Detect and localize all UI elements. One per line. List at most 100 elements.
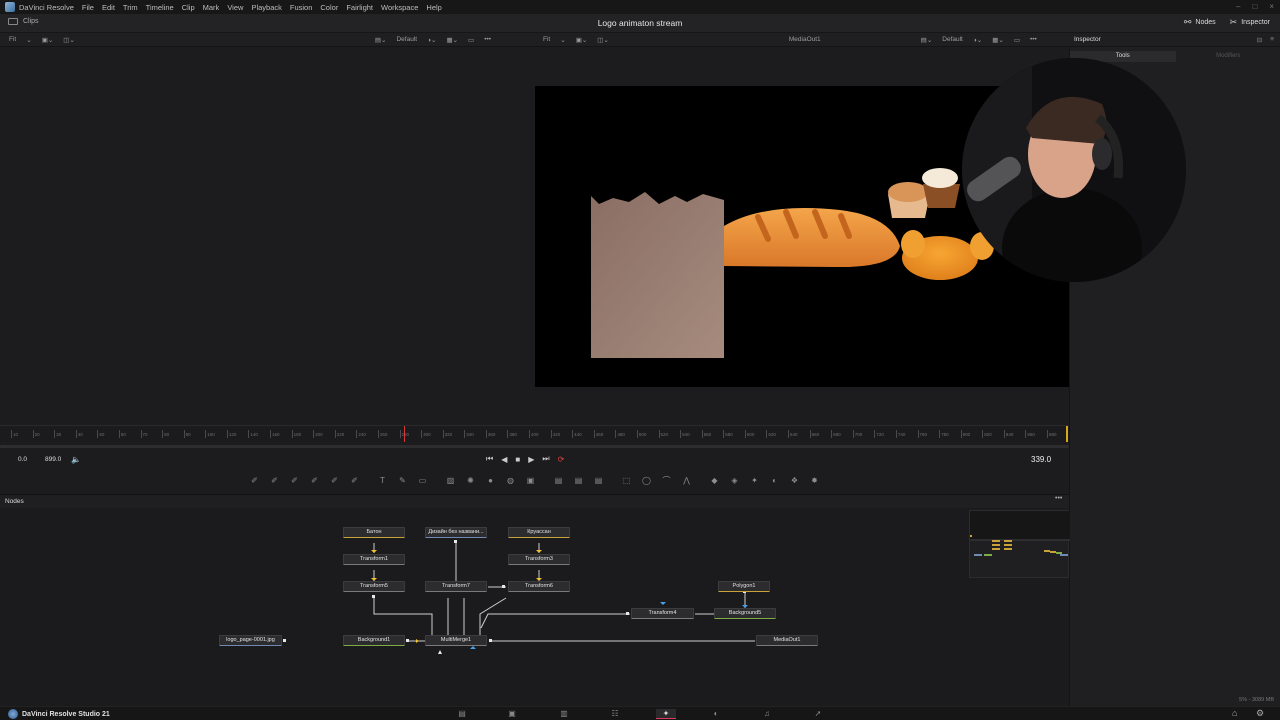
- menu-trim[interactable]: Trim: [123, 3, 138, 12]
- media-page-icon[interactable]: ▤: [452, 709, 472, 719]
- right-viewer-layout-icon[interactable]: ◫⌄: [597, 36, 609, 44]
- fusion-page-icon[interactable]: ✦: [656, 709, 676, 719]
- right-fit-dropdown[interactable]: Fit: [543, 36, 550, 43]
- minimize-icon[interactable]: –: [1236, 2, 1240, 11]
- menu-fusion[interactable]: Fusion: [290, 3, 313, 12]
- node-polygon1[interactable]: Polygon1: [718, 581, 770, 592]
- left-lut-dropdown[interactable]: Default: [396, 36, 417, 43]
- node-multimerge1[interactable]: MultiMerge1: [425, 635, 487, 646]
- stop-icon[interactable]: ■: [515, 455, 520, 464]
- maximize-icon[interactable]: □: [1252, 2, 1257, 11]
- menu-clip[interactable]: Clip: [182, 3, 195, 12]
- menu-color[interactable]: Color: [320, 3, 338, 12]
- inspector-expand-icon[interactable]: ⊟: [1257, 36, 1262, 44]
- go-to-end-icon[interactable]: ⏭: [542, 454, 549, 464]
- node-transform6[interactable]: Transform6: [508, 581, 570, 592]
- node-mediaout1[interactable]: MediaOut1: [756, 635, 818, 646]
- inspector-options-icon[interactable]: ≡: [1270, 36, 1274, 43]
- paint-brush-6-icon[interactable]: ✐: [345, 474, 365, 488]
- menu-timeline[interactable]: Timeline: [146, 3, 174, 12]
- global-start-field[interactable]: 0.0: [18, 456, 27, 463]
- right-roi-icon[interactable]: ▤⌄: [921, 36, 933, 44]
- particle-tool-icon[interactable]: ✺: [461, 474, 481, 488]
- menu-view[interactable]: View: [227, 3, 243, 12]
- volume-icon[interactable]: 🔈: [71, 455, 81, 464]
- right-lut-dropdown[interactable]: Default: [942, 36, 963, 43]
- stroke-tool-icon[interactable]: ▭: [413, 474, 433, 488]
- text-tool-icon[interactable]: T: [373, 474, 393, 488]
- renderer-tool-icon[interactable]: ◐: [765, 474, 785, 488]
- play-reverse-icon[interactable]: ◀: [501, 455, 507, 464]
- loop-icon[interactable]: ⟳: [558, 455, 565, 464]
- paint-brush-4-icon[interactable]: ✐: [305, 474, 325, 488]
- node-transform7[interactable]: Transform7: [425, 581, 487, 592]
- inspector-toggle-button[interactable]: ✂ Inspector: [1230, 17, 1270, 28]
- tab-modifiers[interactable]: Modifiers: [1176, 51, 1280, 62]
- paint-brush-1-icon[interactable]: ✐: [245, 474, 265, 488]
- shape3d-tool-icon[interactable]: ◆: [705, 474, 725, 488]
- merge-tool-icon[interactable]: ▣: [521, 474, 541, 488]
- ellipse-mask-icon[interactable]: ◯: [637, 474, 657, 488]
- node-baton[interactable]: Батон: [343, 527, 405, 538]
- nodes-more-icon[interactable]: •••: [1055, 495, 1062, 502]
- right-lut-icon[interactable]: ◑⌄: [973, 36, 982, 44]
- nodes-toggle-button[interactable]: ⚯ Nodes: [1184, 17, 1216, 28]
- edit-page-icon[interactable]: ▥: [554, 709, 574, 719]
- node-kruassan[interactable]: Круассан: [508, 527, 570, 538]
- menu-playback[interactable]: Playback: [251, 3, 281, 12]
- channel-tool-2-icon[interactable]: ▤: [569, 474, 589, 488]
- color-page-icon[interactable]: ◐: [706, 709, 726, 719]
- right-more-icon[interactable]: •••: [1030, 36, 1037, 43]
- menu-help[interactable]: Help: [426, 3, 441, 12]
- node-navigator[interactable]: [969, 510, 1070, 578]
- global-end-field[interactable]: 899.0: [45, 456, 61, 463]
- menu-mark[interactable]: Mark: [203, 3, 220, 12]
- image-tool-icon[interactable]: ▨: [441, 474, 461, 488]
- bspline-mask-icon[interactable]: ⋀: [677, 474, 697, 488]
- pen-tool-icon[interactable]: ✎: [393, 474, 413, 488]
- left-more-icon[interactable]: •••: [484, 36, 491, 43]
- menu-workspace[interactable]: Workspace: [381, 3, 418, 12]
- menu-fairlight[interactable]: Fairlight: [346, 3, 373, 12]
- render-range-end-marker[interactable]: [1066, 426, 1068, 442]
- left-viewer-options-icon[interactable]: ▣⌄: [42, 36, 54, 44]
- paint-brush-5-icon[interactable]: ✐: [325, 474, 345, 488]
- edit-timeline-page-icon[interactable]: ☷: [605, 709, 625, 719]
- menu-edit[interactable]: Edit: [102, 3, 115, 12]
- fairlight-page-icon[interactable]: ♫: [757, 709, 777, 719]
- left-frame-icon[interactable]: ▭: [468, 36, 474, 44]
- blur-tool-icon[interactable]: ◍: [501, 474, 521, 488]
- play-forward-icon[interactable]: ▶: [528, 455, 534, 464]
- cut-page-icon[interactable]: ▣: [502, 709, 522, 719]
- menu-davinci-resolve[interactable]: DaVinci Resolve: [19, 3, 74, 12]
- polygon-mask-icon[interactable]: ⌒: [657, 474, 677, 488]
- replicate-tool-icon[interactable]: ✸: [805, 474, 825, 488]
- left-fit-chevron-icon[interactable]: ⌄: [26, 36, 31, 44]
- node-editor[interactable]: Батон Дизайн без названи... Круассан Tra…: [0, 508, 1069, 706]
- node-transform4[interactable]: Transform4: [631, 608, 694, 619]
- left-fit-dropdown[interactable]: Fit: [9, 36, 16, 43]
- node-background5[interactable]: Background5: [714, 608, 776, 619]
- current-frame-field[interactable]: 339.0: [1031, 455, 1051, 464]
- left-viewer-layout-icon[interactable]: ◫⌄: [63, 36, 75, 44]
- merge3d-tool-icon[interactable]: ❖: [785, 474, 805, 488]
- node-transform1[interactable]: Transform1: [343, 554, 405, 565]
- left-viewer[interactable]: [0, 47, 535, 425]
- time-scrollbar[interactable]: [0, 445, 1069, 448]
- gear-icon[interactable]: ⚙: [1256, 708, 1264, 719]
- camera-tool-icon[interactable]: ◈: [725, 474, 745, 488]
- node-transform5[interactable]: Transform5: [343, 581, 405, 592]
- close-icon[interactable]: ×: [1269, 2, 1274, 11]
- rectangle-mask-icon[interactable]: ⬚: [617, 474, 637, 488]
- go-to-start-icon[interactable]: ⏮: [486, 454, 493, 464]
- menu-file[interactable]: File: [82, 3, 94, 12]
- left-roi-icon[interactable]: ▤⌄: [375, 36, 387, 44]
- light-tool-icon[interactable]: ✦: [745, 474, 765, 488]
- node-background1[interactable]: Background1: [343, 635, 405, 646]
- node-dizayn[interactable]: Дизайн без названи...: [425, 527, 487, 538]
- node-logo-page[interactable]: logo_page-0001.jpg: [219, 635, 282, 646]
- home-icon[interactable]: ⌂: [1232, 708, 1237, 718]
- paint-brush-2-icon[interactable]: ✐: [265, 474, 285, 488]
- right-fit-chevron-icon[interactable]: ⌄: [560, 36, 565, 44]
- right-frame-icon[interactable]: ▭: [1014, 36, 1020, 44]
